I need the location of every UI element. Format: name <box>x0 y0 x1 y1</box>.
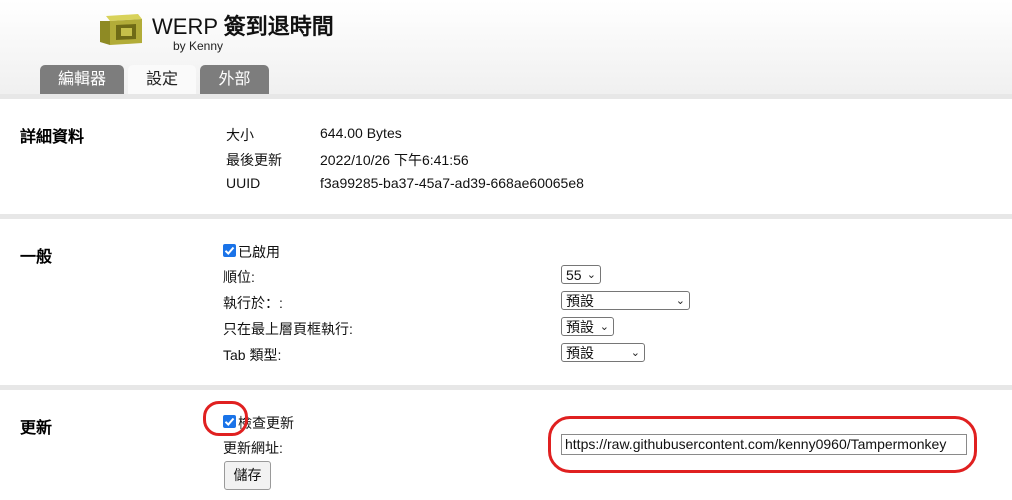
uuid-value: f3a99285-ba37-45a7-ad39-668ae60065e8 <box>320 175 584 191</box>
enabled-checkbox[interactable] <box>223 244 236 257</box>
chevron-down-icon: ⌄ <box>630 347 640 359</box>
enabled-label: 已啟用 <box>238 244 280 260</box>
top-frame-select[interactable]: 預設 ⌄ <box>561 317 614 336</box>
app-title: WERP 簽到退時間 <box>152 9 334 41</box>
order-select[interactable]: 55 ⌄ <box>561 265 601 284</box>
section-divider <box>0 385 1012 390</box>
tab-settings[interactable]: 設定 <box>128 65 196 94</box>
size-label: 大小 <box>226 127 254 143</box>
update-section-title: 更新 <box>20 420 53 437</box>
run-at-select[interactable]: 預設 ⌄ <box>561 291 690 310</box>
annotation-highlight-checkbox <box>203 401 248 436</box>
update-url-label: 更新網址: <box>223 440 283 456</box>
tab-type-select[interactable]: 預設 ⌄ <box>561 343 645 362</box>
run-at-label: 執行於：: <box>223 295 283 311</box>
app-header: WERP 簽到退時間 by Kenny 編輯器 設定 外部 <box>0 0 1012 94</box>
chevron-down-icon: ⌄ <box>586 269 596 281</box>
run-at-select-value: 預設 <box>566 293 594 309</box>
top-frame-label: 只在最上層頁框執行: <box>223 321 353 337</box>
general-section-title: 一般 <box>20 249 53 266</box>
order-label: 順位: <box>223 269 255 285</box>
chevron-down-icon: ⌄ <box>675 295 685 307</box>
size-value: 644.00 Bytes <box>320 125 402 141</box>
app-byline: by Kenny <box>173 39 224 53</box>
app-title-name: 簽到退時間 <box>223 14 334 39</box>
tab-editor[interactable]: 編輯器 <box>40 65 124 94</box>
app-logo-icon <box>100 14 142 45</box>
top-frame-select-value: 預設 <box>566 319 594 335</box>
tab-type-select-value: 預設 <box>566 345 594 361</box>
section-divider <box>0 94 1012 99</box>
checkmark-icon <box>224 246 235 255</box>
details-section-title: 詳細資料 <box>20 129 85 146</box>
chevron-down-icon: ⌄ <box>599 321 609 333</box>
last-updated-value: 2022/10/26 下午6:41:56 <box>320 152 469 168</box>
uuid-label: UUID <box>226 175 261 191</box>
tab-externals[interactable]: 外部 <box>200 65 269 94</box>
order-select-value: 55 <box>566 267 582 283</box>
tab-type-label: Tab 類型: <box>223 347 282 363</box>
section-divider <box>0 214 1012 219</box>
annotation-highlight-url <box>548 416 977 473</box>
app-title-prefix: WERP <box>152 14 224 39</box>
last-updated-label: 最後更新 <box>226 152 282 168</box>
save-button[interactable]: 儲存 <box>224 461 271 490</box>
